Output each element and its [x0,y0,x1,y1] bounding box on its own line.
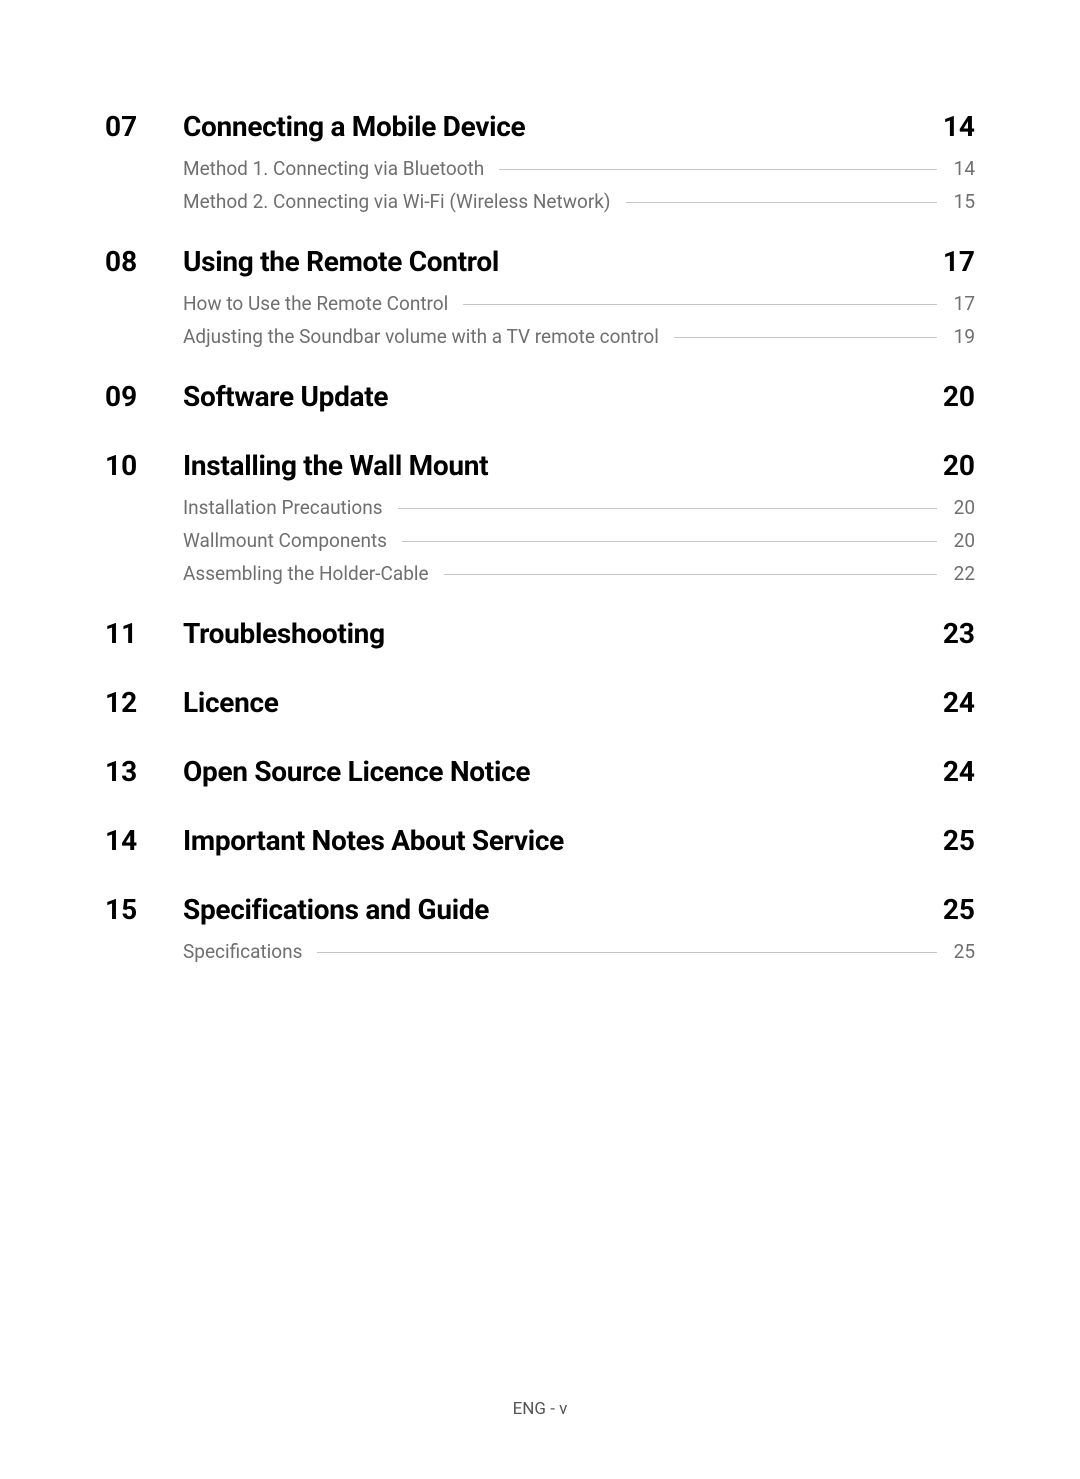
leader-line [402,541,937,542]
toc-section: 09Software Update 20 [105,380,975,427]
section-number: 11 [105,617,183,664]
leader-line [674,337,937,338]
section-page[interactable]: 24 [943,755,975,788]
leader-line [444,574,937,575]
section-title[interactable]: Using the Remote Control [183,245,499,278]
section-body: Open Source Licence Notice 24 [183,755,975,802]
section-gap [105,737,975,755]
sub-title[interactable]: Wallmount Components [183,529,397,552]
section-gap [105,875,975,893]
toc-section: 08Using the Remote Control17How to Use t… [105,245,975,358]
leader-line [317,952,937,953]
sub-title[interactable]: Method 1. Connecting via Bluetooth [183,157,494,180]
section-gap [105,977,975,995]
section-title-row: Connecting a Mobile Device 14 [183,110,975,143]
section-page[interactable]: 24 [943,686,975,719]
section-number: 08 [105,245,183,358]
section-number: 13 [105,755,183,802]
section-body: Using the Remote Control17How to Use the… [183,245,975,358]
page-footer: ENG - v [0,1399,1080,1419]
section-body: Connecting a Mobile Device14Method 1. Co… [183,110,975,223]
section-page[interactable]: 20 [943,449,975,482]
section-body: Important Notes About Service 25 [183,824,975,871]
section-page[interactable]: 17 [943,245,975,278]
toc-section: 15Specifications and Guide25Specificatio… [105,893,975,973]
leader-line [626,202,937,203]
section-title-row: Installing the Wall Mount 20 [183,449,975,482]
section-title-row: Troubleshooting 23 [183,617,975,650]
section-page[interactable]: 25 [943,824,975,857]
sub-title[interactable]: Specifications [183,940,312,963]
sub-title[interactable]: Adjusting the Soundbar volume with a TV … [183,325,669,348]
toc-section: 12Licence 24 [105,686,975,733]
section-body: Specifications and Guide25Specifications… [183,893,975,973]
section-title[interactable]: Software Update [183,380,388,413]
section-title-row: Software Update 20 [183,380,975,413]
sub-row: Method 2. Connecting via Wi-Fi (Wireless… [183,190,975,213]
section-title-row: Important Notes About Service 25 [183,824,975,857]
sub-row: Adjusting the Soundbar volume with a TV … [183,325,975,348]
sub-title[interactable]: Installation Precautions [183,496,393,519]
section-title-row: Using the Remote Control 17 [183,245,975,278]
section-title[interactable]: Important Notes About Service [183,824,564,857]
sub-page[interactable]: 19 [947,325,975,348]
section-gap [105,362,975,380]
sub-row: How to Use the Remote Control 17 [183,292,975,315]
section-title[interactable]: Licence [183,686,279,719]
section-gap [105,227,975,245]
sub-row: Wallmount Components 20 [183,529,975,552]
sub-page[interactable]: 22 [947,562,975,585]
section-page[interactable]: 14 [943,110,975,143]
section-number: 12 [105,686,183,733]
section-page[interactable]: 23 [943,617,975,650]
sub-page[interactable]: 17 [947,292,975,315]
sub-page[interactable]: 14 [947,157,975,180]
section-number: 09 [105,380,183,427]
section-gap [105,806,975,824]
sub-page[interactable]: 25 [947,940,975,963]
section-number: 15 [105,893,183,973]
table-of-contents: 07Connecting a Mobile Device14Method 1. … [105,110,975,995]
sub-page[interactable]: 20 [947,496,975,519]
sub-page[interactable]: 20 [947,529,975,552]
section-title[interactable]: Installing the Wall Mount [183,449,488,482]
section-gap [105,668,975,686]
sub-row: Assembling the Holder-Cable 22 [183,562,975,585]
leader-line [398,508,937,509]
section-title[interactable]: Troubleshooting [183,617,385,650]
section-gap [105,431,975,449]
sub-row: Method 1. Connecting via Bluetooth 14 [183,157,975,180]
section-number: 10 [105,449,183,595]
section-title-row: Licence 24 [183,686,975,719]
section-page[interactable]: 20 [943,380,975,413]
section-page[interactable]: 25 [943,893,975,926]
toc-section: 13Open Source Licence Notice 24 [105,755,975,802]
toc-section: 10Installing the Wall Mount20Installatio… [105,449,975,595]
sub-title[interactable]: How to Use the Remote Control [183,292,458,315]
toc-section: 07Connecting a Mobile Device14Method 1. … [105,110,975,223]
sub-title[interactable]: Method 2. Connecting via Wi-Fi (Wireless… [183,190,621,213]
section-gap [105,599,975,617]
sub-row: Installation Precautions 20 [183,496,975,519]
toc-section: 14Important Notes About Service 25 [105,824,975,871]
section-body: Software Update 20 [183,380,975,427]
section-title-row: Open Source Licence Notice 24 [183,755,975,788]
section-number: 14 [105,824,183,871]
section-title[interactable]: Connecting a Mobile Device [183,110,525,143]
sub-page[interactable]: 15 [947,190,975,213]
section-title-row: Specifications and Guide 25 [183,893,975,926]
leader-line [463,304,937,305]
section-body: Troubleshooting 23 [183,617,975,664]
section-body: Licence 24 [183,686,975,733]
section-body: Installing the Wall Mount20Installation … [183,449,975,595]
section-title[interactable]: Open Source Licence Notice [183,755,530,788]
toc-section: 11Troubleshooting 23 [105,617,975,664]
sub-row: Specifications 25 [183,940,975,963]
sub-title[interactable]: Assembling the Holder-Cable [183,562,439,585]
section-title[interactable]: Specifications and Guide [183,893,489,926]
section-number: 07 [105,110,183,223]
leader-line [499,169,937,170]
